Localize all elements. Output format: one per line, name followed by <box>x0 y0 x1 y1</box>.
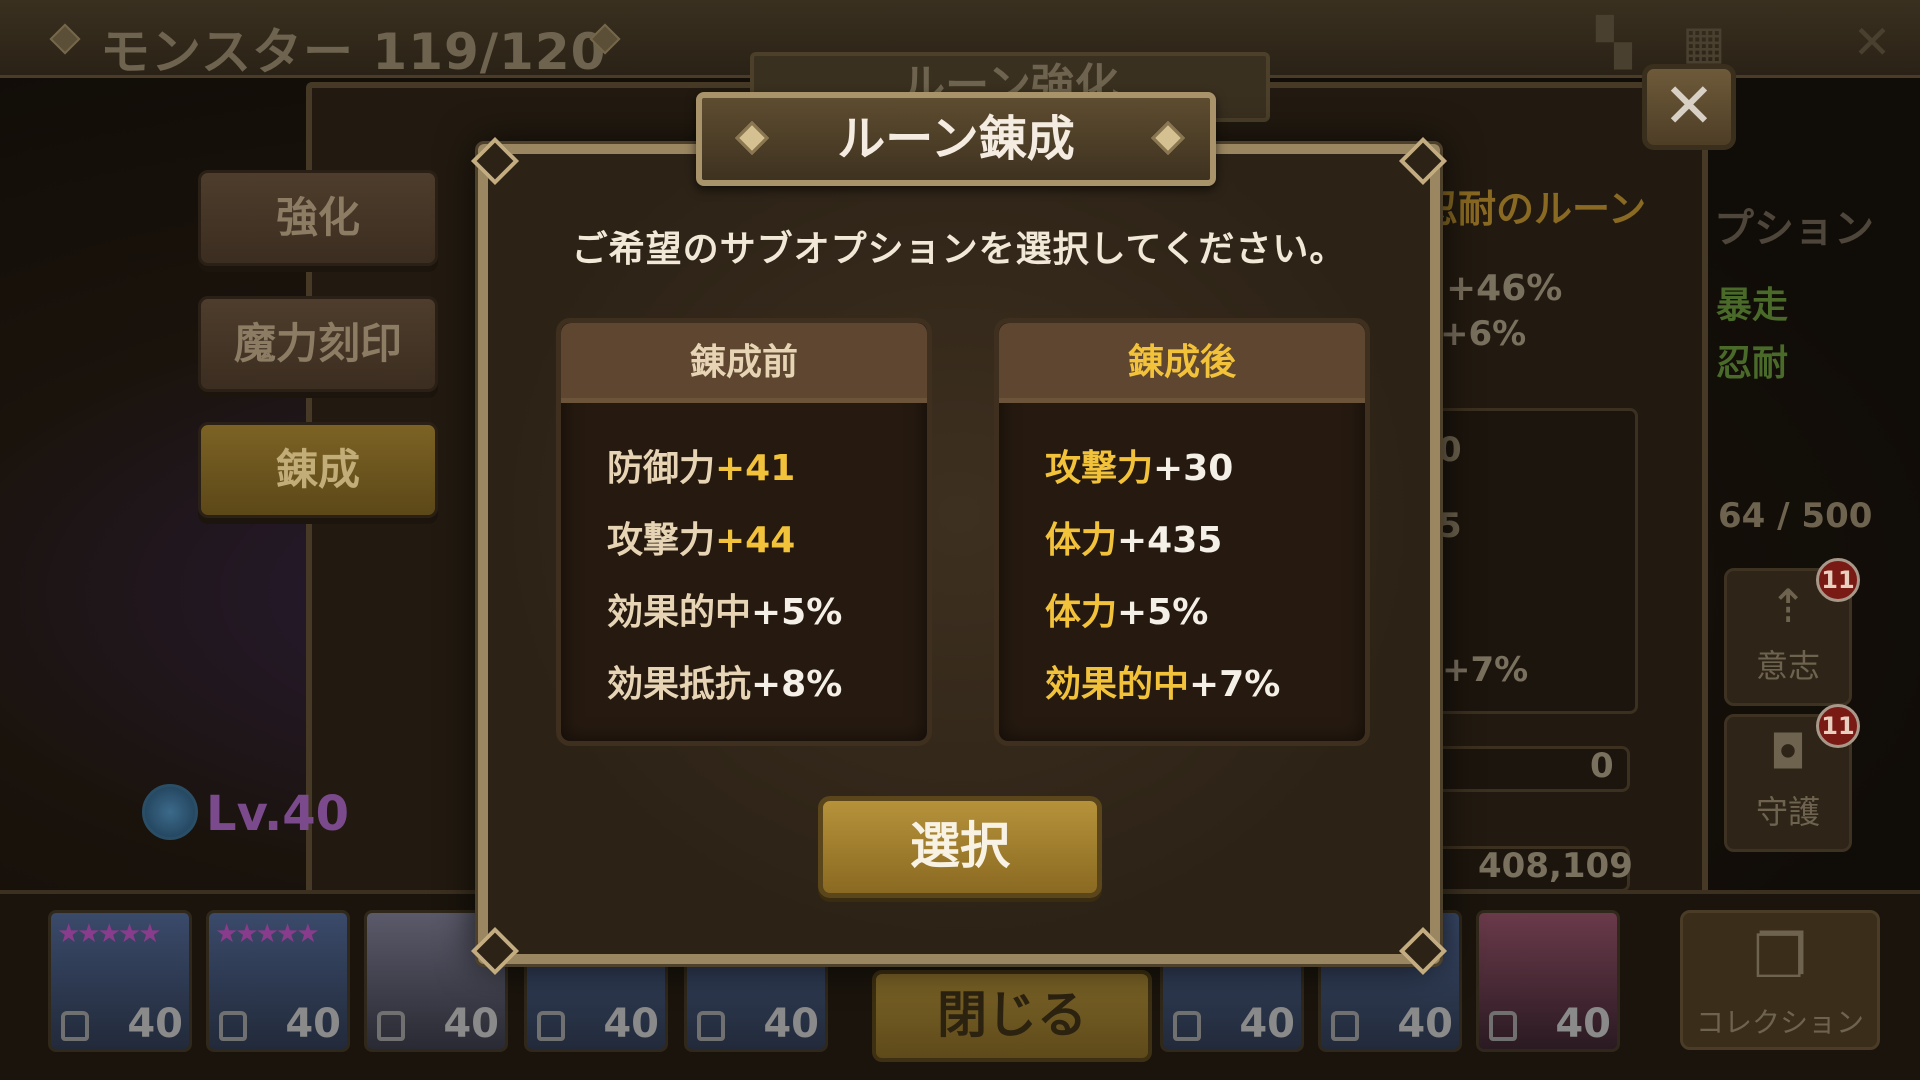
modal-title-plate: ルーン錬成 <box>696 92 1216 186</box>
stat-name: 効果的中 <box>607 592 752 633</box>
rune-swirl-icon <box>142 784 198 840</box>
rune-capacity: 64 / 500 <box>1718 496 1873 536</box>
tab-transmute[interactable]: 錬成 <box>198 422 438 518</box>
set-effect-violent: 暴走 <box>1716 285 1789 326</box>
stat-value: +41 <box>715 448 796 489</box>
after-stat-4: 効果的中+7% <box>1045 655 1280 707</box>
after-stat-3: 体力+5% <box>1045 583 1208 635</box>
monster-slot[interactable]: ★★★★★ 40 <box>206 910 350 1052</box>
monster-level: 40 <box>285 1001 341 1047</box>
stat-value: +30 <box>1153 448 1234 489</box>
main-stat-value: +46% <box>1446 268 1563 309</box>
guard-label: 守護 <box>1755 793 1820 831</box>
sub-stat-value: +6% <box>1440 314 1527 354</box>
grid-icon[interactable]: ▦ <box>1680 18 1728 66</box>
stat-value: +435 <box>1117 520 1223 561</box>
monster-slot[interactable]: 40 <box>1476 910 1620 1052</box>
instruction-text: ご希望のサブオプションを選択してください。 <box>571 229 1347 270</box>
close-x-button[interactable]: ✕ <box>1642 64 1736 150</box>
stat-name: 体力 <box>1045 520 1118 561</box>
select-button[interactable]: 選択 <box>818 796 1102 898</box>
rune-name: 忍耐のルーン <box>1420 187 1647 231</box>
stat-name: 効果抵抗 <box>607 664 752 705</box>
tab-enhance[interactable]: 強化 <box>198 170 438 266</box>
before-option-box[interactable]: 錬成前 防御力+41 攻撃力+44 効果的中+5% 効果抵抗+8% <box>556 318 932 746</box>
lock-icon <box>377 1011 405 1041</box>
close-button[interactable]: 閉じる <box>872 970 1152 1062</box>
stat-name: 攻撃力 <box>607 520 716 561</box>
substat-fragment: 0 <box>1438 430 1462 470</box>
stat-name: 攻撃力 <box>1045 448 1154 489</box>
stat-value: +5% <box>1117 592 1209 633</box>
stat-value: +44 <box>715 520 796 561</box>
stat-value: +7% <box>1189 664 1281 705</box>
collection-label: コレクション <box>1695 1006 1864 1039</box>
notification-badge: 11 <box>1816 704 1860 748</box>
sort-icon[interactable]: ▚ <box>1590 18 1638 66</box>
monster-count-title: モンスター 119/120 <box>100 23 607 81</box>
will-label: 意志 <box>1755 647 1820 685</box>
substat-fragment: 5 <box>1438 506 1462 546</box>
currency-value-1: 0 <box>1590 746 1614 786</box>
lock-icon <box>219 1011 247 1041</box>
star-rating: ★★★★★ <box>215 919 320 949</box>
before-stat-1: 防御力+41 <box>607 439 795 491</box>
lock-icon <box>1173 1011 1201 1041</box>
collection-icon: ❐ <box>1753 922 1807 992</box>
after-stat-2: 体力+435 <box>1045 511 1222 563</box>
monster-level: 40 <box>443 1001 499 1047</box>
monster-level: 40 <box>1239 1001 1295 1047</box>
lock-icon <box>697 1011 725 1041</box>
after-stat-1: 攻撃力+30 <box>1045 439 1233 491</box>
before-header: 錬成前 <box>561 323 927 403</box>
modal-title: ルーン錬成 <box>837 111 1075 167</box>
star-rating: ★★★★★ <box>57 919 162 949</box>
lock-icon <box>1331 1011 1359 1041</box>
set-effect-endure: 忍耐 <box>1716 343 1789 384</box>
after-header: 錬成後 <box>999 323 1365 403</box>
close-top-icon[interactable]: ✕ <box>1848 18 1896 66</box>
options-header: プション <box>1714 206 1874 252</box>
notification-badge: 11 <box>1816 558 1860 602</box>
stat-name: 効果的中 <box>1045 664 1190 705</box>
stat-value: +8% <box>751 664 843 705</box>
monster-level: 40 <box>1555 1001 1611 1047</box>
monster-level: 40 <box>127 1001 183 1047</box>
stat-name: 体力 <box>1045 592 1118 633</box>
monster-slot[interactable]: ★★★★★ 40 <box>48 910 192 1052</box>
before-stat-4: 効果抵抗+8% <box>607 655 842 707</box>
tab-engrave[interactable]: 魔力刻印 <box>198 296 438 392</box>
currency-value-2: 408,109 <box>1478 846 1633 886</box>
stat-name: 防御力 <box>607 448 716 489</box>
monster-level: 40 <box>763 1001 819 1047</box>
stat-value: +5% <box>751 592 843 633</box>
lock-icon <box>537 1011 565 1041</box>
monster-level: 40 <box>603 1001 659 1047</box>
rune-level: Lv.40 <box>206 786 349 842</box>
collection-button[interactable]: ❐ コレクション <box>1680 910 1880 1050</box>
lock-icon <box>1489 1011 1517 1041</box>
monster-level: 40 <box>1397 1001 1453 1047</box>
substat-fragment: +7% <box>1442 650 1529 690</box>
before-stat-3: 効果的中+5% <box>607 583 842 635</box>
before-stat-2: 攻撃力+44 <box>607 511 795 563</box>
lock-icon <box>61 1011 89 1041</box>
after-option-box[interactable]: 錬成後 攻撃力+30 体力+435 体力+5% 効果的中+7% <box>994 318 1370 746</box>
diamond-ornament-icon <box>49 23 81 55</box>
